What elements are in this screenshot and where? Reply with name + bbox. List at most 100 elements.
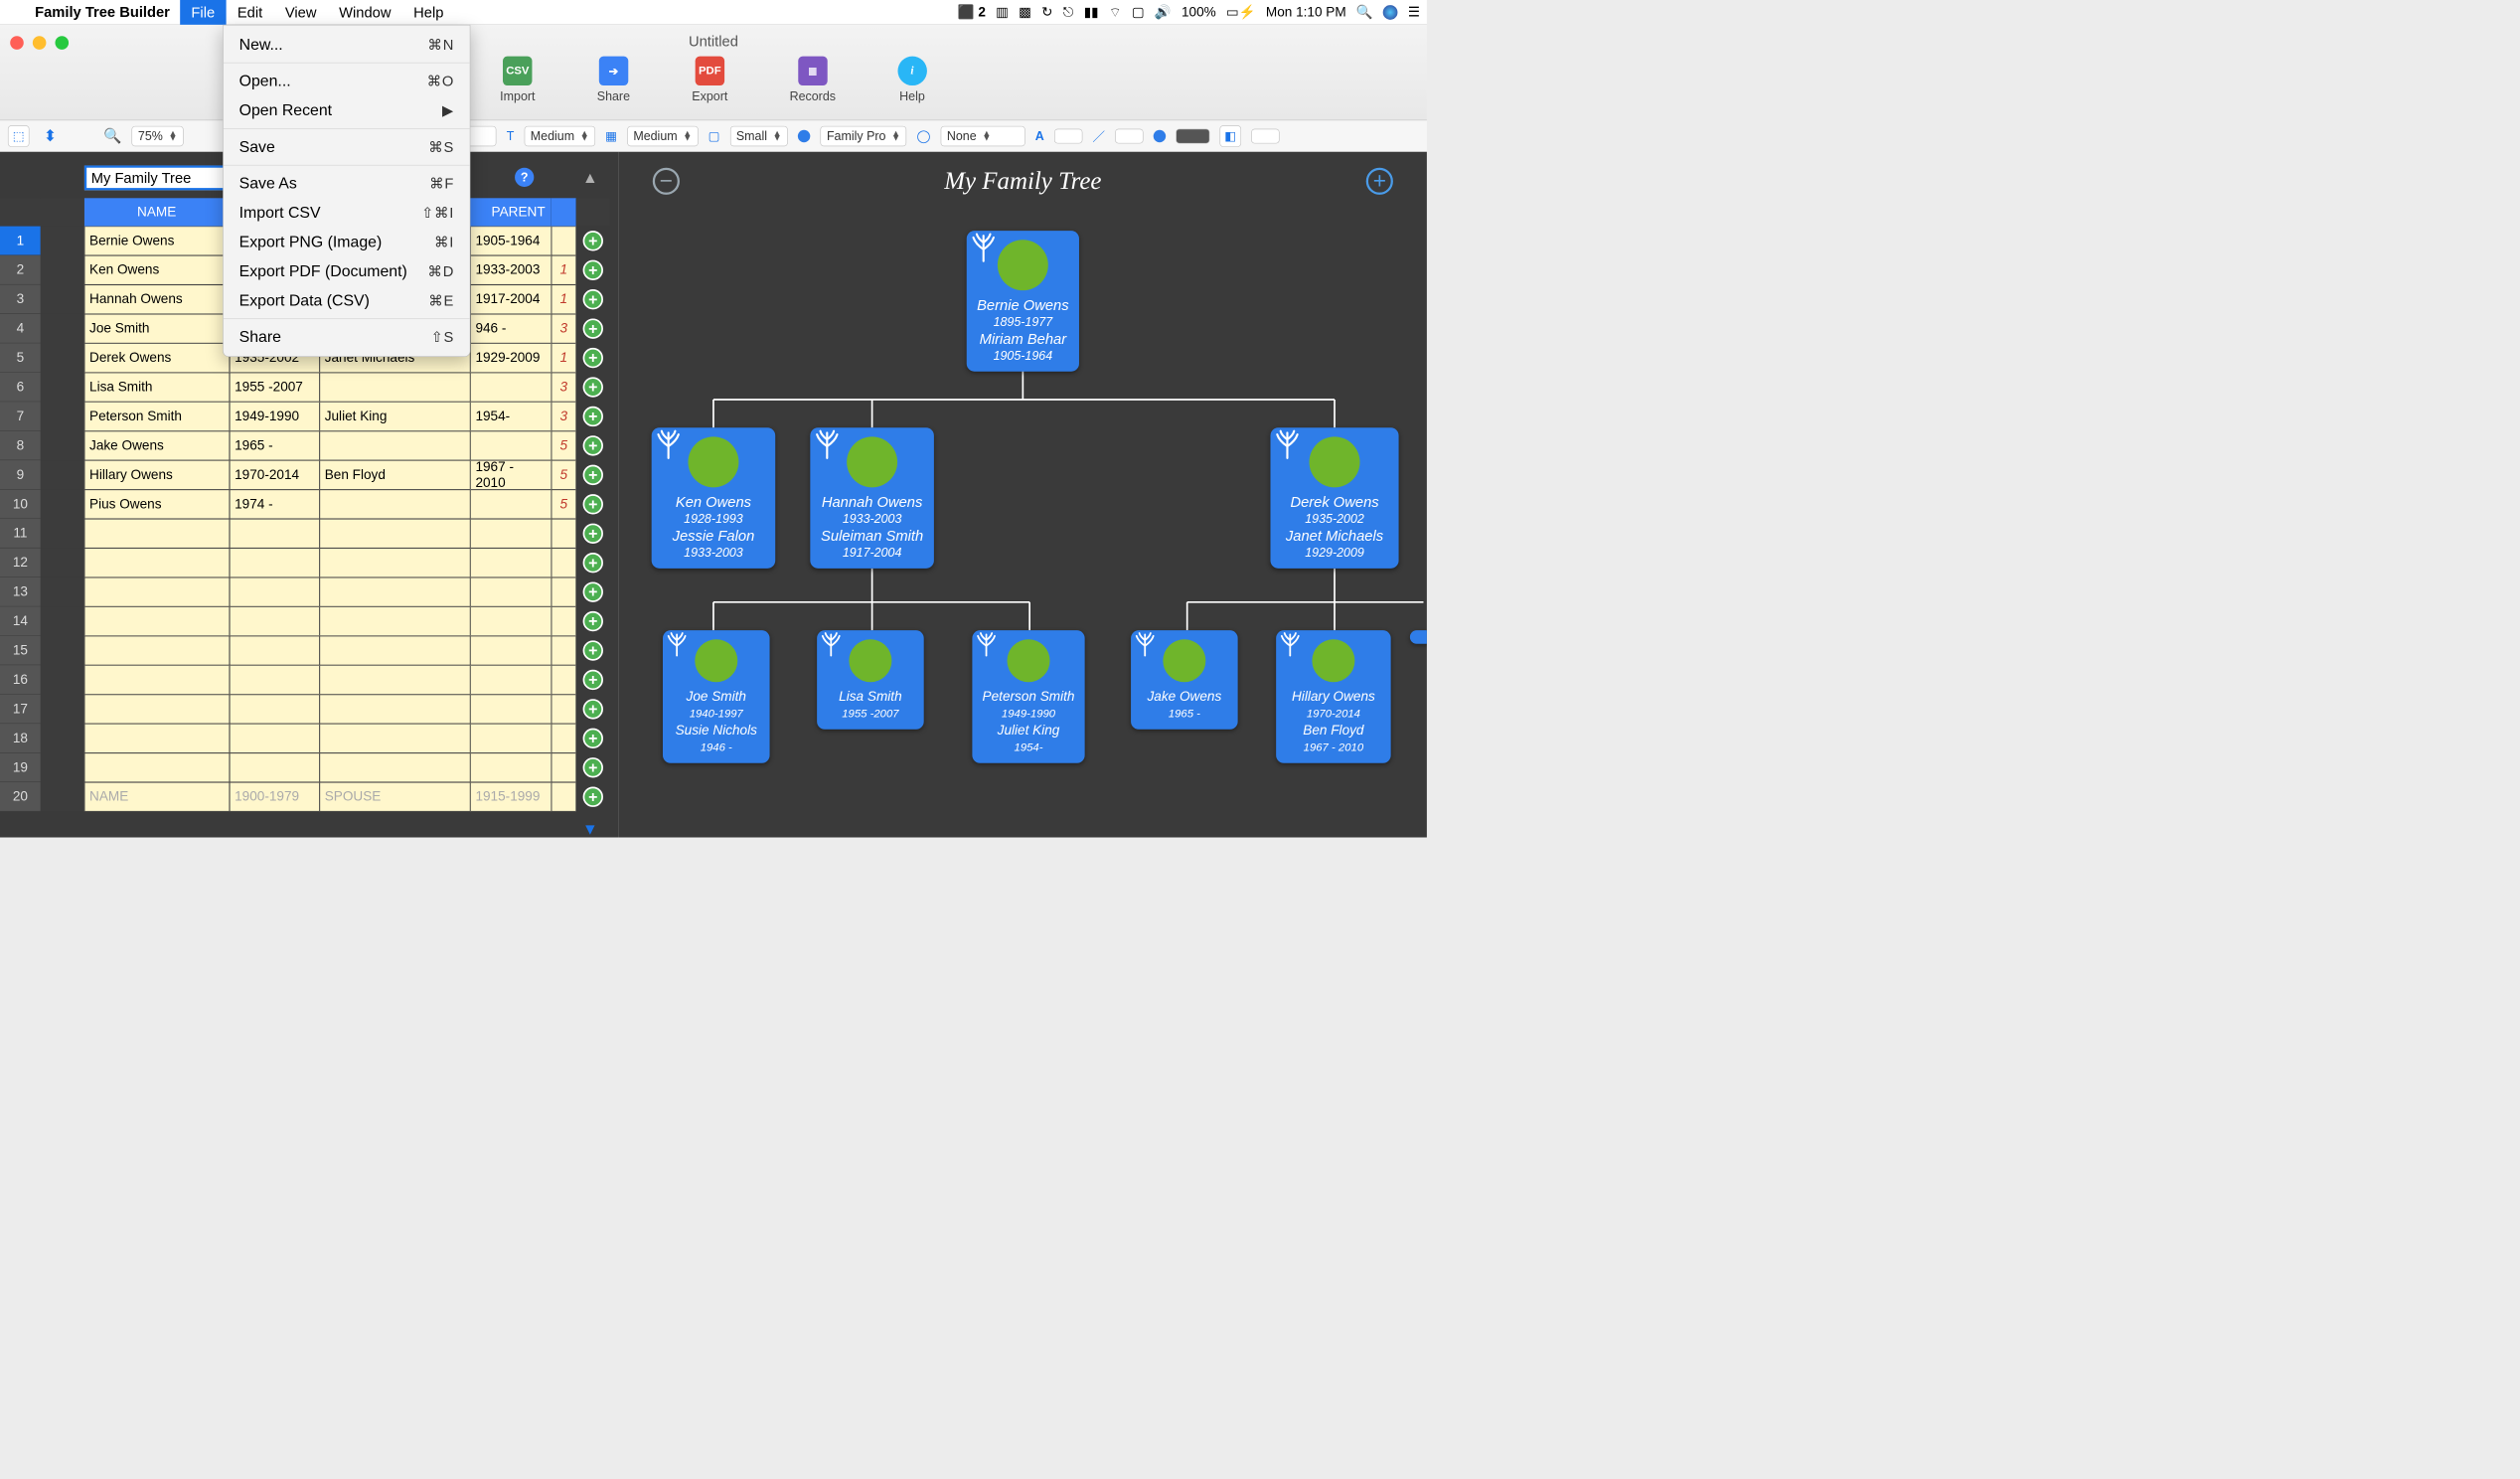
toolbar-import[interactable]: CSVImport bbox=[500, 57, 535, 104]
hierarchy-icon[interactable]: ⬍ bbox=[40, 125, 62, 147]
text-color-icon[interactable]: A bbox=[1035, 128, 1044, 143]
text-size-select[interactable]: Medium▲▼ bbox=[525, 126, 595, 146]
file-menu-export-png-image-[interactable]: Export PNG (Image)⌘I bbox=[224, 228, 470, 256]
add-row-button[interactable]: + bbox=[583, 289, 603, 309]
col-name[interactable]: NAME bbox=[84, 198, 230, 226]
panel-toggle-icon[interactable]: ◧ bbox=[1219, 125, 1241, 147]
tree-node[interactable]: Bernie Owens1895-1977Miriam Behar1905-19… bbox=[967, 231, 1079, 372]
table-row[interactable]: 16+ bbox=[0, 665, 619, 694]
table-row[interactable]: 14+ bbox=[0, 606, 619, 635]
spotlight-icon[interactable]: 🔍 bbox=[1356, 4, 1373, 20]
add-row-button[interactable]: + bbox=[583, 524, 603, 544]
table-row[interactable]: 13+ bbox=[0, 577, 619, 606]
add-row-button[interactable]: + bbox=[583, 553, 603, 573]
siri-icon[interactable] bbox=[1383, 5, 1398, 20]
table-row[interactable]: 11+ bbox=[0, 519, 619, 548]
tree-title-input[interactable] bbox=[84, 165, 231, 190]
file-menu-save-as[interactable]: Save As⌘F bbox=[224, 169, 470, 198]
collapse-button[interactable]: − bbox=[653, 168, 680, 195]
add-row-button[interactable]: + bbox=[583, 699, 603, 719]
table-row[interactable]: 10Pius Owens1974 -5+ bbox=[0, 490, 619, 519]
file-menu-import-csv[interactable]: Import CSV⇧⌘I bbox=[224, 198, 470, 227]
bg-swatch[interactable] bbox=[1251, 128, 1279, 143]
airplay-icon[interactable]: ▢ bbox=[1132, 4, 1145, 20]
file-menu-open-[interactable]: Open...⌘O bbox=[224, 67, 470, 95]
toolbar-records[interactable]: ≣Records bbox=[790, 57, 836, 104]
add-row-button[interactable]: + bbox=[583, 260, 603, 280]
zoom-window-button[interactable] bbox=[55, 36, 69, 50]
col-parentnum[interactable] bbox=[551, 198, 576, 226]
table-row[interactable]: 17+ bbox=[0, 695, 619, 724]
bose-icon[interactable]: ▩ bbox=[1019, 4, 1031, 20]
table-row[interactable]: 18+ bbox=[0, 724, 619, 752]
file-menu-export-data-csv-[interactable]: Export Data (CSV)⌘E bbox=[224, 286, 470, 315]
menu-file[interactable]: File bbox=[180, 0, 226, 25]
adobe-icon[interactable]: ⬛ 2 bbox=[958, 4, 986, 20]
table-row[interactable]: 19+ bbox=[0, 753, 619, 782]
tree-node[interactable]: Derek Owens1935-2002Janet Michaels1929-2… bbox=[1270, 427, 1398, 569]
add-row-button[interactable]: + bbox=[583, 640, 603, 660]
toolbar-share[interactable]: ➔Share bbox=[597, 57, 630, 104]
add-row-button[interactable]: + bbox=[583, 670, 603, 690]
spacing-select[interactable]: Small▲▼ bbox=[730, 126, 788, 146]
fill-icon[interactable] bbox=[1154, 130, 1166, 142]
file-menu-save[interactable]: Save⌘S bbox=[224, 132, 470, 161]
col-parent[interactable]: PARENT bbox=[470, 198, 551, 226]
battery-icon[interactable]: ▭⚡ bbox=[1226, 4, 1256, 20]
table-row[interactable]: 12+ bbox=[0, 548, 619, 576]
window-traffic-lights[interactable] bbox=[10, 36, 69, 50]
zoom-select[interactable]: 75%▲▼ bbox=[132, 126, 184, 146]
bluetooth-icon[interactable]: ⎋ bbox=[1063, 4, 1074, 20]
expand-button[interactable]: + bbox=[1366, 168, 1393, 195]
add-row-button[interactable]: + bbox=[583, 757, 603, 777]
menu-view[interactable]: View bbox=[274, 0, 328, 25]
battery-icon-menu-icon[interactable]: ▮▮ bbox=[1084, 4, 1099, 20]
tree-node[interactable]: Peterson Smith1949-1990Juliet King1954- bbox=[972, 630, 1084, 763]
toolbar-help[interactable]: iHelp bbox=[897, 57, 926, 104]
menu-edit[interactable]: Edit bbox=[226, 0, 273, 25]
table-row[interactable]: 6Lisa Smith1955 -20073+ bbox=[0, 373, 619, 402]
add-row-button[interactable]: + bbox=[583, 465, 603, 485]
table-row[interactable]: 7Peterson Smith1949-1990Juliet King1954-… bbox=[0, 402, 619, 430]
tree-node[interactable]: Hillary Owens1970-2014Ben Floyd1967 - 20… bbox=[1276, 630, 1391, 763]
add-row-button[interactable]: + bbox=[583, 787, 603, 807]
tree-node[interactable]: Jake Owens1965 - bbox=[1131, 630, 1238, 730]
add-row-button[interactable]: + bbox=[583, 318, 603, 338]
timemachine-icon[interactable]: ↻ bbox=[1041, 4, 1052, 20]
add-row-button[interactable]: + bbox=[583, 231, 603, 250]
app-name[interactable]: Family Tree Builder bbox=[25, 3, 180, 21]
menu-help[interactable]: Help bbox=[402, 0, 455, 25]
add-row-button[interactable]: + bbox=[583, 348, 603, 368]
tree-node[interactable]: Ken Owens1928-1993Jessie Falon1933-2003 bbox=[652, 427, 776, 569]
theme-select[interactable]: Family Pro▲▼ bbox=[821, 126, 907, 146]
table-row[interactable]: 9Hillary Owens1970-2014Ben Floyd1967 - 2… bbox=[0, 460, 619, 489]
wifi-icon[interactable]: ⌔ bbox=[1109, 4, 1122, 21]
tree-node[interactable]: Lisa Smith1955 -2007 bbox=[817, 630, 924, 730]
file-menu-share[interactable]: Share⇧S bbox=[224, 322, 470, 351]
effect-select[interactable]: None▲▼ bbox=[941, 126, 1025, 146]
add-row-button[interactable]: + bbox=[583, 611, 603, 631]
box-size-select[interactable]: Medium▲▼ bbox=[627, 126, 698, 146]
tree-node[interactable]: Joe Smith1940-1997Susie Nichols1946 - bbox=[663, 630, 770, 763]
file-menu-export-pdf-document-[interactable]: Export PDF (Document)⌘D bbox=[224, 256, 470, 285]
add-row-button[interactable]: + bbox=[583, 729, 603, 748]
tree-view-pane[interactable]: − + My Family Tree bbox=[619, 152, 1427, 838]
fill-swatch[interactable] bbox=[1176, 128, 1209, 143]
line-color-swatch[interactable] bbox=[1115, 128, 1143, 143]
scroll-down-icon[interactable]: ▼ bbox=[582, 821, 598, 838]
table-row[interactable]: 20NAME1900-1979SPOUSE1915-1999+ bbox=[0, 782, 619, 811]
disk-icon[interactable]: ▥ bbox=[996, 4, 1009, 20]
add-row-button[interactable]: + bbox=[583, 377, 603, 397]
line-icon[interactable]: ／ bbox=[1092, 127, 1104, 145]
zoom-icon[interactable]: 🔍 bbox=[103, 127, 121, 145]
add-row-button[interactable]: + bbox=[583, 407, 603, 426]
add-row-button[interactable]: + bbox=[583, 581, 603, 601]
table-row[interactable]: 15+ bbox=[0, 636, 619, 665]
close-window-button[interactable] bbox=[10, 36, 24, 50]
tree-node[interactable]: Hannah Owens1933-2003Suleiman Smith1917-… bbox=[810, 427, 934, 569]
minimize-window-button[interactable] bbox=[33, 36, 47, 50]
file-menu-new-[interactable]: New...⌘N bbox=[224, 30, 470, 59]
file-menu-open-recent[interactable]: Open Recent▶ bbox=[224, 95, 470, 124]
clock[interactable]: Mon 1:10 PM bbox=[1266, 4, 1346, 20]
toolbar-export[interactable]: PDFExport bbox=[692, 57, 727, 104]
